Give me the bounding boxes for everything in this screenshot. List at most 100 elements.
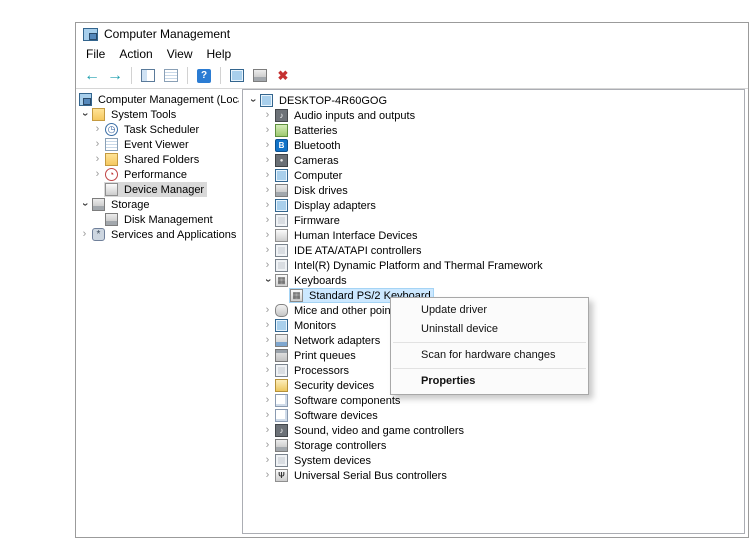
chevron-collapsed-icon[interactable]: › bbox=[261, 363, 274, 378]
device-tree-item-sound-video-and-game-controllers[interactable]: ›♪Sound, video and game controllers bbox=[243, 423, 744, 438]
back-button[interactable]: ← bbox=[81, 65, 103, 87]
chevron-collapsed-icon[interactable]: › bbox=[261, 183, 274, 198]
chevron-collapsed-icon[interactable]: › bbox=[261, 303, 274, 318]
help-button[interactable]: ? bbox=[193, 65, 215, 87]
console-tree-item-disk-management[interactable]: Disk Management bbox=[76, 212, 239, 227]
tree-item-content[interactable]: Security devices bbox=[274, 378, 377, 393]
titlebar[interactable]: Computer Management bbox=[76, 23, 748, 45]
properties-button[interactable] bbox=[160, 65, 182, 87]
tree-item-content[interactable]: Print queues bbox=[274, 348, 359, 363]
console-tree-item-performance[interactable]: ›◔Performance bbox=[76, 167, 239, 182]
chevron-collapsed-icon[interactable]: › bbox=[78, 227, 91, 242]
device-tree-item-keyboards[interactable]: ›▦Keyboards bbox=[243, 273, 744, 288]
chevron-collapsed-icon[interactable]: › bbox=[261, 348, 274, 363]
console-tree-item-computer-management-local[interactable]: Computer Management (Local) bbox=[76, 92, 239, 107]
chevron-collapsed-icon[interactable]: › bbox=[261, 438, 274, 453]
chevron-collapsed-icon[interactable]: › bbox=[261, 213, 274, 228]
menu-file[interactable]: File bbox=[79, 46, 112, 62]
chevron-collapsed-icon[interactable]: › bbox=[91, 167, 104, 182]
show-console-tree-button[interactable] bbox=[137, 65, 159, 87]
chevron-collapsed-icon[interactable]: › bbox=[261, 423, 274, 438]
device-tree-item-system-devices[interactable]: ›System devices bbox=[243, 453, 744, 468]
tree-item-content[interactable]: Batteries bbox=[274, 123, 340, 138]
chevron-collapsed-icon[interactable]: › bbox=[261, 168, 274, 183]
tree-item-content[interactable]: System Tools bbox=[91, 107, 179, 122]
chevron-expanded-icon[interactable]: › bbox=[77, 108, 92, 121]
tree-item-content[interactable]: Software components bbox=[274, 393, 403, 408]
tree-item-content[interactable]: Network adapters bbox=[274, 333, 383, 348]
tree-item-content[interactable]: ◔Performance bbox=[104, 167, 190, 182]
chevron-collapsed-icon[interactable]: › bbox=[261, 453, 274, 468]
chevron-collapsed-icon[interactable]: › bbox=[261, 153, 274, 168]
device-tree-item-disk-drives[interactable]: ›Disk drives bbox=[243, 183, 744, 198]
tree-item-content[interactable]: ◷Task Scheduler bbox=[104, 122, 202, 137]
device-tree-item-human-interface-devices[interactable]: ›Human Interface Devices bbox=[243, 228, 744, 243]
console-tree-item-storage[interactable]: ›Storage bbox=[76, 197, 239, 212]
context-menu-item-scan-for-hardware-changes[interactable]: Scan for hardware changes bbox=[391, 346, 588, 365]
device-tree-item-firmware[interactable]: ›Firmware bbox=[243, 213, 744, 228]
chevron-collapsed-icon[interactable]: › bbox=[261, 408, 274, 423]
tree-item-content[interactable]: *Services and Applications bbox=[91, 227, 239, 242]
uninstall-device-button[interactable]: ✖ bbox=[272, 65, 294, 87]
chevron-collapsed-icon[interactable]: › bbox=[261, 198, 274, 213]
tree-item-content[interactable]: ♪Sound, video and game controllers bbox=[274, 423, 467, 438]
tree-item-content[interactable]: ♪Audio inputs and outputs bbox=[274, 108, 418, 123]
tree-item-content[interactable]: Processors bbox=[274, 363, 352, 378]
tree-item-content[interactable]: Firmware bbox=[274, 213, 343, 228]
tree-item-content[interactable]: Disk Management bbox=[104, 212, 216, 227]
tree-item-content[interactable]: Computer bbox=[274, 168, 345, 183]
chevron-collapsed-icon[interactable]: › bbox=[91, 122, 104, 137]
device-tree-item-bluetooth[interactable]: ›BBluetooth bbox=[243, 138, 744, 153]
tree-item-content[interactable]: BBluetooth bbox=[274, 138, 343, 153]
chevron-collapsed-icon[interactable]: › bbox=[261, 138, 274, 153]
device-tree-item-cameras[interactable]: ›●Cameras bbox=[243, 153, 744, 168]
device-tree-item-storage-controllers[interactable]: ›Storage controllers bbox=[243, 438, 744, 453]
menu-view[interactable]: View bbox=[160, 46, 200, 62]
console-tree-item-device-manager[interactable]: Device Manager bbox=[76, 182, 239, 197]
chevron-expanded-icon[interactable]: › bbox=[77, 198, 92, 211]
console-tree-item-task-scheduler[interactable]: ›◷Task Scheduler bbox=[76, 122, 239, 137]
context-menu-item-update-driver[interactable]: Update driver bbox=[391, 301, 588, 320]
chevron-collapsed-icon[interactable]: › bbox=[261, 243, 274, 258]
scan-hardware-button[interactable] bbox=[226, 65, 248, 87]
chevron-collapsed-icon[interactable]: › bbox=[261, 258, 274, 273]
device-tree-item-computer[interactable]: ›Computer bbox=[243, 168, 744, 183]
chevron-collapsed-icon[interactable]: › bbox=[261, 333, 274, 348]
device-tree-item-audio-inputs-and-outputs[interactable]: ›♪Audio inputs and outputs bbox=[243, 108, 744, 123]
device-tree-item-software-devices[interactable]: ›Software devices bbox=[243, 408, 744, 423]
chevron-collapsed-icon[interactable]: › bbox=[261, 228, 274, 243]
tree-item-content[interactable]: Display adapters bbox=[274, 198, 379, 213]
tree-item-content[interactable]: Computer Management (Local) bbox=[78, 92, 239, 107]
tree-item-content[interactable]: DESKTOP-4R60GOG bbox=[259, 93, 390, 108]
chevron-collapsed-icon[interactable]: › bbox=[91, 152, 104, 167]
tree-item-content[interactable]: Monitors bbox=[274, 318, 339, 333]
tree-item-content[interactable]: ΨUniversal Serial Bus controllers bbox=[274, 468, 450, 483]
chevron-collapsed-icon[interactable]: › bbox=[261, 378, 274, 393]
tree-item-content[interactable]: Storage bbox=[91, 197, 153, 212]
device-tree-item-ide-ata-atapi-controllers[interactable]: ›IDE ATA/ATAPI controllers bbox=[243, 243, 744, 258]
tree-item-content[interactable]: ▦Keyboards bbox=[274, 273, 350, 288]
tree-item-content[interactable]: Event Viewer bbox=[104, 137, 192, 152]
tree-item-content[interactable]: Software devices bbox=[274, 408, 381, 423]
device-tree-item-batteries[interactable]: ›Batteries bbox=[243, 123, 744, 138]
chevron-collapsed-icon[interactable]: › bbox=[261, 393, 274, 408]
chevron-collapsed-icon[interactable]: › bbox=[261, 468, 274, 483]
device-tree-item-software-components[interactable]: ›Software components bbox=[243, 393, 744, 408]
chevron-collapsed-icon[interactable]: › bbox=[261, 108, 274, 123]
console-tree-item-event-viewer[interactable]: ›Event Viewer bbox=[76, 137, 239, 152]
chevron-expanded-icon[interactable]: › bbox=[260, 274, 275, 287]
menu-action[interactable]: Action bbox=[112, 46, 159, 62]
console-tree-item-shared-folders[interactable]: ›Shared Folders bbox=[76, 152, 239, 167]
device-tree-item-desktop-4r60gog[interactable]: ›DESKTOP-4R60GOG bbox=[243, 93, 744, 108]
tree-item-content[interactable]: Storage controllers bbox=[274, 438, 389, 453]
tree-item-content[interactable]: IDE ATA/ATAPI controllers bbox=[274, 243, 425, 258]
menu-help[interactable]: Help bbox=[200, 46, 239, 62]
context-menu-item-uninstall-device[interactable]: Uninstall device bbox=[391, 320, 588, 339]
context-menu-item-properties[interactable]: Properties bbox=[391, 372, 588, 391]
tree-item-content[interactable]: Disk drives bbox=[274, 183, 351, 198]
tree-item-content[interactable]: ●Cameras bbox=[274, 153, 342, 168]
console-tree-item-services-and-applications[interactable]: ›*Services and Applications bbox=[76, 227, 239, 242]
tree-item-content[interactable]: System devices bbox=[274, 453, 374, 468]
chevron-collapsed-icon[interactable]: › bbox=[91, 137, 104, 152]
tree-item-content[interactable]: Device Manager bbox=[104, 182, 207, 197]
